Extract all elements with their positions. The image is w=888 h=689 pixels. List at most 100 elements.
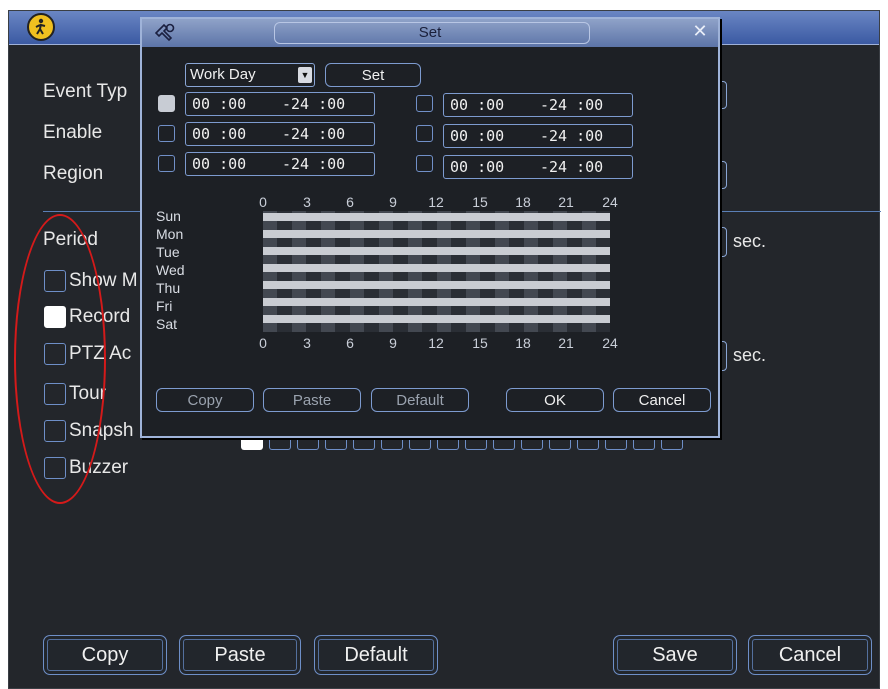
default-button[interactable]: Default [314, 635, 438, 675]
start-time: 00 :00 [450, 127, 505, 145]
start-time: 00 :00 [450, 158, 505, 176]
channel-checkbox[interactable] [325, 436, 347, 450]
paste-button[interactable]: Paste [263, 388, 361, 412]
start-time: 00 :00 [192, 95, 247, 113]
save-button[interactable]: Save [613, 635, 737, 675]
day-label: Wed [156, 262, 185, 278]
day-label: Thu [156, 280, 181, 296]
set-dialog-titlebar[interactable]: Set ✕ [142, 19, 718, 47]
day-label: Fri [156, 298, 173, 314]
schedule-bar-fri[interactable] [263, 298, 610, 306]
logo-icon [27, 13, 55, 41]
hour-label: 6 [346, 335, 354, 351]
day-select-value: Work Day [190, 66, 256, 83]
channel-checkbox[interactable] [577, 436, 599, 450]
period-5-time[interactable]: 00 :00 -24 :00 [443, 124, 633, 148]
end-time: -24 :00 [282, 125, 346, 143]
channel-checkbox[interactable] [297, 436, 319, 450]
red-annotation-ellipse [14, 214, 106, 504]
dialog-title: Set [418, 24, 442, 41]
day-label: Tue [156, 244, 180, 260]
hour-label: 18 [515, 194, 531, 210]
period-4-checkbox[interactable] [416, 95, 433, 112]
channel-checkbox[interactable] [409, 436, 431, 450]
cancel-button[interactable]: Cancel [613, 388, 711, 412]
paste-button[interactable]: Paste [179, 635, 301, 675]
end-time: -24 :00 [540, 158, 604, 176]
channel-checkbox[interactable] [465, 436, 487, 450]
hour-label: 21 [558, 335, 574, 351]
schedule-bar-sun[interactable] [263, 213, 610, 221]
period-4-time[interactable]: 00 :00 -24 :00 [443, 93, 633, 117]
channel-checkbox[interactable] [353, 436, 375, 450]
channel-checkbox[interactable] [521, 436, 543, 450]
schedule-bar-tue[interactable] [263, 247, 610, 255]
event-type-label: Event Typ [43, 81, 128, 102]
hour-label: 24 [602, 335, 618, 351]
divider [721, 211, 881, 212]
sec-unit-label: sec. [733, 345, 767, 365]
day-label: Sat [156, 316, 178, 332]
channel-checkbox[interactable] [661, 436, 683, 450]
schedule-bar-sat[interactable] [263, 315, 610, 323]
period-6-checkbox[interactable] [416, 155, 433, 172]
hour-label: 6 [346, 194, 354, 210]
start-time: 00 :00 [192, 155, 247, 173]
hour-label: 12 [428, 194, 444, 210]
end-time: -24 :00 [282, 95, 346, 113]
hour-label: 0 [259, 335, 267, 351]
start-time: 00 :00 [450, 96, 505, 114]
set-dialog: Set ✕ Work Day ▼ Set 00 :00 -24 :00 00 :… [140, 17, 720, 438]
hour-label: 18 [515, 335, 531, 351]
channel-checkbox[interactable] [633, 436, 655, 450]
hour-label: 21 [558, 194, 574, 210]
schedule-bar-wed[interactable] [263, 264, 610, 272]
hour-label: 12 [428, 335, 444, 351]
period-2-time[interactable]: 00 :00 -24 :00 [185, 122, 375, 146]
channel-checkbox[interactable] [241, 436, 263, 450]
enable-label: Enable [43, 122, 103, 143]
ok-button[interactable]: OK [506, 388, 604, 412]
period-2-checkbox[interactable] [158, 125, 175, 142]
channel-checkbox[interactable] [605, 436, 627, 450]
schedule-bar-thu[interactable] [263, 281, 610, 289]
hour-label: 3 [303, 335, 311, 351]
sec-unit-label: sec. [733, 231, 767, 251]
period-5-checkbox[interactable] [416, 125, 433, 142]
hour-label: 9 [389, 194, 397, 210]
period-3-checkbox[interactable] [158, 155, 175, 172]
hour-label: 9 [389, 335, 397, 351]
end-time: -24 :00 [540, 96, 604, 114]
period-1-time[interactable]: 00 :00 -24 :00 [185, 92, 375, 116]
set-button[interactable]: Set [325, 63, 421, 87]
copy-button[interactable]: Copy [156, 388, 254, 412]
period-1-checkbox[interactable] [158, 95, 175, 112]
channel-checkbox[interactable] [437, 436, 459, 450]
region-label: Region [43, 163, 104, 184]
day-label: Mon [156, 226, 184, 242]
hour-label: 15 [472, 335, 488, 351]
hour-label: 15 [472, 194, 488, 210]
copy-button[interactable]: Copy [43, 635, 167, 675]
channel-checkbox[interactable] [493, 436, 515, 450]
period-3-time[interactable]: 00 :00 -24 :00 [185, 152, 375, 176]
channel-checkbox[interactable] [549, 436, 571, 450]
period-6-time[interactable]: 00 :00 -24 :00 [443, 155, 633, 179]
schedule-bar-mon[interactable] [263, 230, 610, 238]
end-time: -24 :00 [540, 127, 604, 145]
day-label: Sun [156, 208, 181, 224]
channel-checkbox[interactable] [269, 436, 291, 450]
close-icon[interactable]: ✕ [690, 22, 710, 42]
hour-label: 24 [602, 194, 618, 210]
hour-label: 0 [259, 194, 267, 210]
day-select[interactable]: Work Day ▼ [185, 63, 315, 87]
default-button[interactable]: Default [371, 388, 469, 412]
schedule-timeline[interactable] [263, 211, 610, 332]
end-time: -24 :00 [282, 155, 346, 173]
hour-label: 3 [303, 194, 311, 210]
cancel-button[interactable]: Cancel [748, 635, 872, 675]
chevron-down-icon[interactable]: ▼ [298, 67, 312, 83]
channel-checkbox[interactable] [381, 436, 403, 450]
divider [43, 211, 147, 212]
start-time: 00 :00 [192, 125, 247, 143]
